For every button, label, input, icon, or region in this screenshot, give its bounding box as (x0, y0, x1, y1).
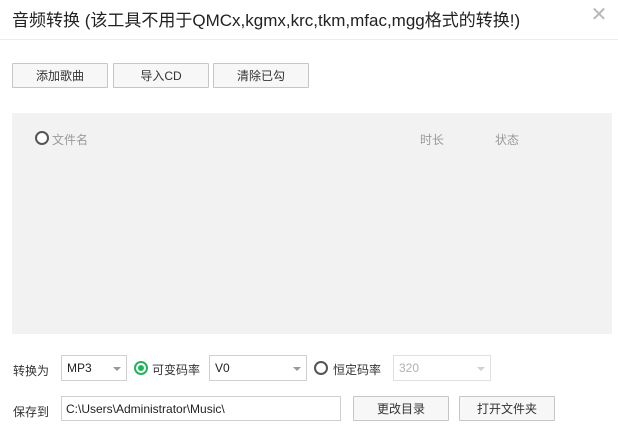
column-duration[interactable]: 时长 (420, 131, 444, 148)
variable-bitrate-label[interactable]: 可变码率 (152, 361, 200, 378)
variable-bitrate-value: V0 (215, 361, 230, 375)
chevron-down-icon (477, 367, 485, 371)
format-select-value: MP3 (67, 361, 92, 375)
column-status[interactable]: 状态 (495, 131, 519, 148)
select-all-radio-icon[interactable] (35, 131, 49, 145)
variable-bitrate-radio-icon[interactable] (134, 361, 148, 375)
title-bar: 音频转换 (该工具不用于QMCx,kgmx,krc,tkm,mfac,mgg格式… (0, 0, 618, 40)
constant-bitrate-select[interactable]: 320 (393, 355, 491, 381)
convert-to-label: 转换为 (13, 364, 50, 378)
close-icon[interactable]: ✕ (588, 4, 610, 26)
save-to-label: 保存到 (13, 405, 50, 419)
format-select[interactable]: MP3 (61, 355, 127, 381)
add-song-button[interactable]: 添加歌曲 (12, 63, 108, 88)
constant-bitrate-label[interactable]: 恒定码率 (333, 361, 381, 378)
file-list[interactable]: 文件名 时长 状态 (12, 113, 612, 334)
change-dir-button[interactable]: 更改目录 (353, 396, 449, 421)
column-filename[interactable]: 文件名 (52, 131, 88, 148)
chevron-down-icon (293, 367, 301, 371)
save-path-input[interactable] (61, 396, 341, 421)
variable-bitrate-select[interactable]: V0 (209, 355, 307, 381)
clear-checked-button[interactable]: 清除已勾 (213, 63, 309, 88)
file-list-header: 文件名 时长 状态 (12, 113, 612, 163)
import-cd-button[interactable]: 导入CD (113, 63, 209, 88)
open-folder-button[interactable]: 打开文件夹 (459, 396, 555, 421)
constant-bitrate-radio-icon[interactable] (314, 361, 328, 375)
chevron-down-icon (113, 367, 121, 371)
window-title: 音频转换 (该工具不用于QMCx,kgmx,krc,tkm,mfac,mgg格式… (12, 11, 521, 30)
constant-bitrate-value: 320 (399, 361, 420, 375)
